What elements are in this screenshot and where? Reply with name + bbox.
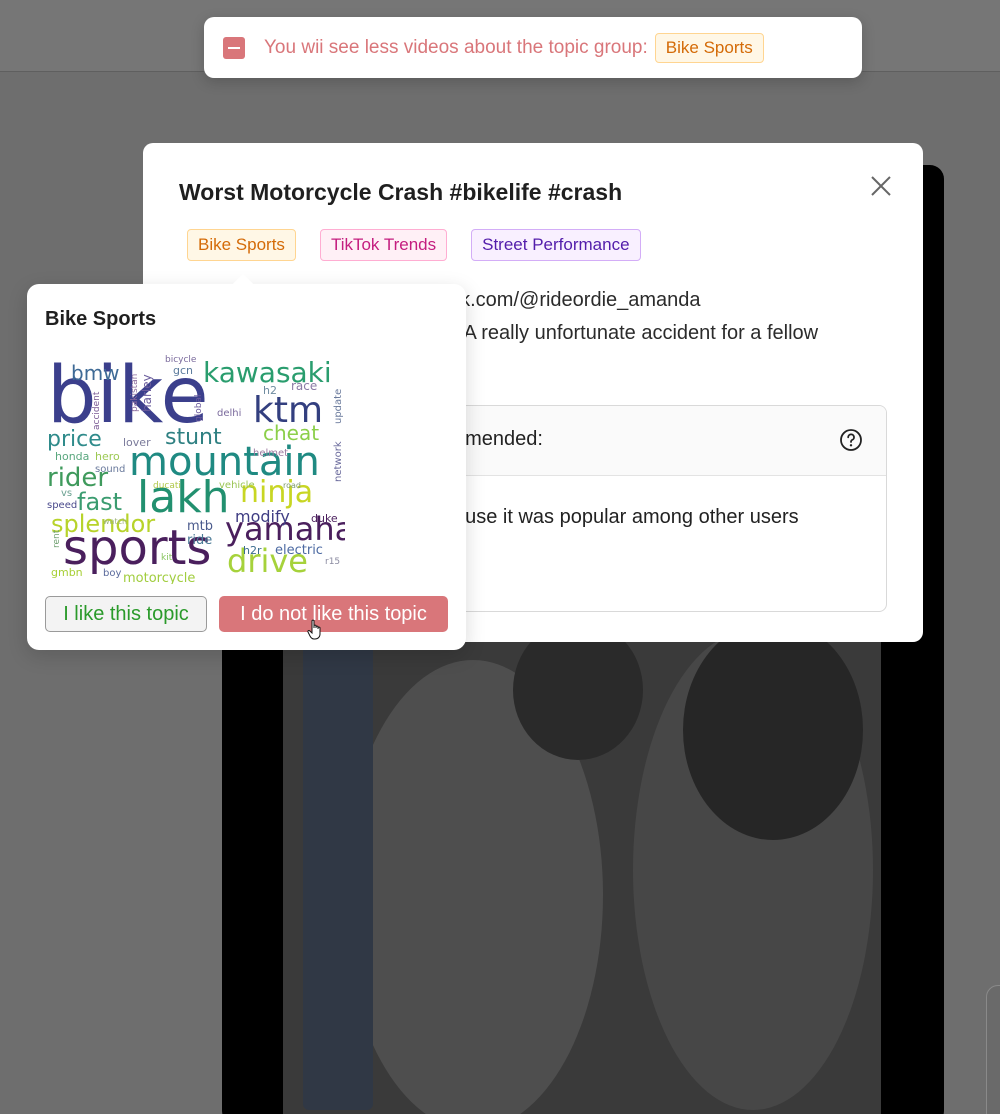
popover-title: Bike Sports: [45, 308, 157, 330]
wordcloud-word: road: [283, 481, 301, 490]
video-player[interactable]: [283, 620, 881, 1114]
tag-tiktok-trends[interactable]: TikTok Trends: [319, 229, 448, 261]
wordcloud-word: gcn: [173, 364, 193, 377]
close-icon[interactable]: [868, 173, 894, 199]
wordcloud-word: electric: [275, 543, 323, 558]
wordcloud-word: speed: [47, 500, 77, 511]
topic-popover: Bike Sports bike sports mountain lakh kt…: [27, 273, 466, 650]
wordcloud-word: sound: [95, 464, 125, 475]
reason-header: nmended:: [414, 406, 886, 476]
wordcloud-word: ride: [187, 533, 212, 548]
wordcloud-word: rent: [52, 529, 62, 548]
wordcloud-word: r15: [325, 557, 340, 567]
wordcloud-word: pakistan: [130, 374, 140, 412]
wordcloud-word: honda: [55, 450, 89, 463]
wordcloud-word: bmw: [71, 361, 120, 385]
wordcloud-word: watch: [103, 517, 127, 526]
wordcloud-word: race: [291, 379, 317, 393]
wordcloud-word: kit: [161, 553, 173, 563]
wordcloud-word: accident: [92, 391, 102, 430]
wordcloud-word: bicycle: [165, 355, 197, 365]
recommendation-reason-panel: nmended: ause it was popular among other…: [413, 405, 887, 612]
wordcloud-word: motorcycle: [123, 571, 195, 584]
source-link[interactable]: ok.com/@rideordie_amanda: [449, 289, 701, 312]
wordcloud-word: delhi: [217, 408, 241, 419]
video-description: s A really unfortunate accident for a fe…: [449, 322, 819, 344]
wordcloud-word: helmet: [253, 448, 288, 459]
toast-topic-tag: Bike Sports: [654, 32, 764, 63]
tag-street-performance[interactable]: Street Performance: [471, 229, 641, 261]
wordcloud-word: stunt: [165, 425, 222, 450]
wordcloud-word: mtb: [187, 519, 213, 534]
wordcloud-word: h2: [263, 384, 277, 397]
wordcloud-word: boy: [103, 568, 121, 579]
notification-toast: You wii see less videos about the topic …: [204, 17, 862, 78]
topic-tags: Bike Sports TikTok Trends Street Perform…: [187, 229, 641, 261]
like-topic-button[interactable]: I like this topic: [45, 596, 207, 632]
wordcloud-word: vs: [61, 488, 72, 499]
wordcloud-word: fast: [77, 488, 122, 516]
wordcloud-image: bike sports mountain lakh ktm kawasaki y…: [47, 352, 345, 584]
modal-title: Worst Motorcycle Crash #bikelife #crash: [179, 179, 623, 205]
wordcloud-word: network: [333, 441, 344, 482]
wordcloud-word: global: [194, 395, 204, 422]
tag-bike-sports[interactable]: Bike Sports: [187, 229, 296, 261]
wordcloud-word: h2r: [243, 544, 262, 557]
wordcloud-word: hero: [95, 450, 120, 463]
wordcloud-word: gmbn: [51, 566, 83, 579]
wordcloud-word: modify: [235, 507, 290, 526]
wordcloud-word: duke: [311, 512, 338, 525]
wordcloud-word: cheat: [263, 421, 319, 445]
reason-text: ause it was popular among other users: [454, 506, 799, 528]
question-circle-icon[interactable]: [839, 428, 863, 452]
wordcloud-word: update: [333, 389, 344, 424]
dislike-topic-button[interactable]: I do not like this topic: [219, 596, 448, 632]
wordcloud-word: lover: [123, 436, 151, 449]
wordcloud-word: ducati: [153, 481, 181, 491]
side-card: [986, 985, 1000, 1114]
toast-message: You wii see less videos about the topic …: [264, 36, 648, 58]
hand-cursor-icon: [307, 619, 321, 640]
wordcloud-word: harley: [140, 374, 154, 412]
reason-header-label: nmended:: [454, 428, 543, 450]
minus-square-icon: [223, 36, 245, 59]
wordcloud-word: vehicle: [219, 480, 255, 491]
